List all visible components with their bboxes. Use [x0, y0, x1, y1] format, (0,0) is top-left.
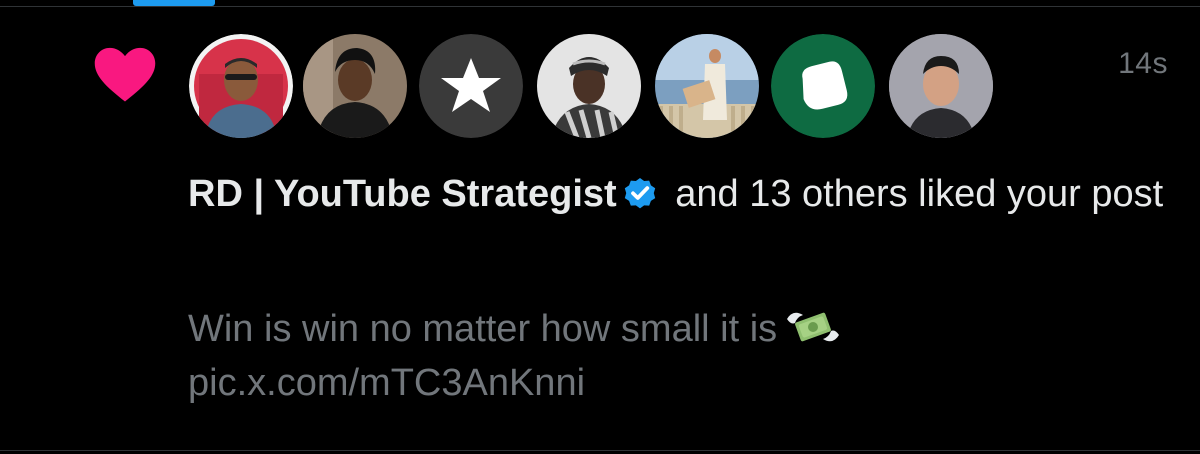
timestamp: 14s — [1118, 47, 1168, 80]
active-tab-indicator — [133, 0, 215, 6]
actor-name[interactable]: RD | YouTube Strategist — [188, 173, 617, 215]
post-text: Win is win no matter how small it is — [188, 308, 778, 350]
heart-icon — [94, 47, 156, 102]
post-preview[interactable]: Win is win no matter how small it is pic… — [188, 302, 1168, 410]
avatar-4[interactable] — [537, 34, 641, 138]
avatar-2[interactable] — [303, 34, 407, 138]
bottom-divider — [0, 450, 1200, 451]
verified-badge-icon — [624, 177, 655, 209]
avatar-3[interactable] — [419, 34, 523, 138]
avatar-7[interactable] — [889, 34, 993, 138]
post-link[interactable]: pic.x.com/mTC3AnKnni — [188, 356, 1168, 410]
money-with-wings-icon — [787, 312, 840, 342]
like-notification[interactable]: 14s RD | YouTube Strategist and 13 other… — [0, 7, 1200, 450]
avatar-6[interactable] — [771, 34, 875, 138]
notification-text: RD | YouTube Strategist and 13 others li… — [188, 167, 1168, 221]
avatar-5[interactable] — [655, 34, 759, 138]
avatar-1[interactable] — [189, 34, 293, 138]
liked-suffix: and 13 others liked your post — [664, 173, 1164, 215]
